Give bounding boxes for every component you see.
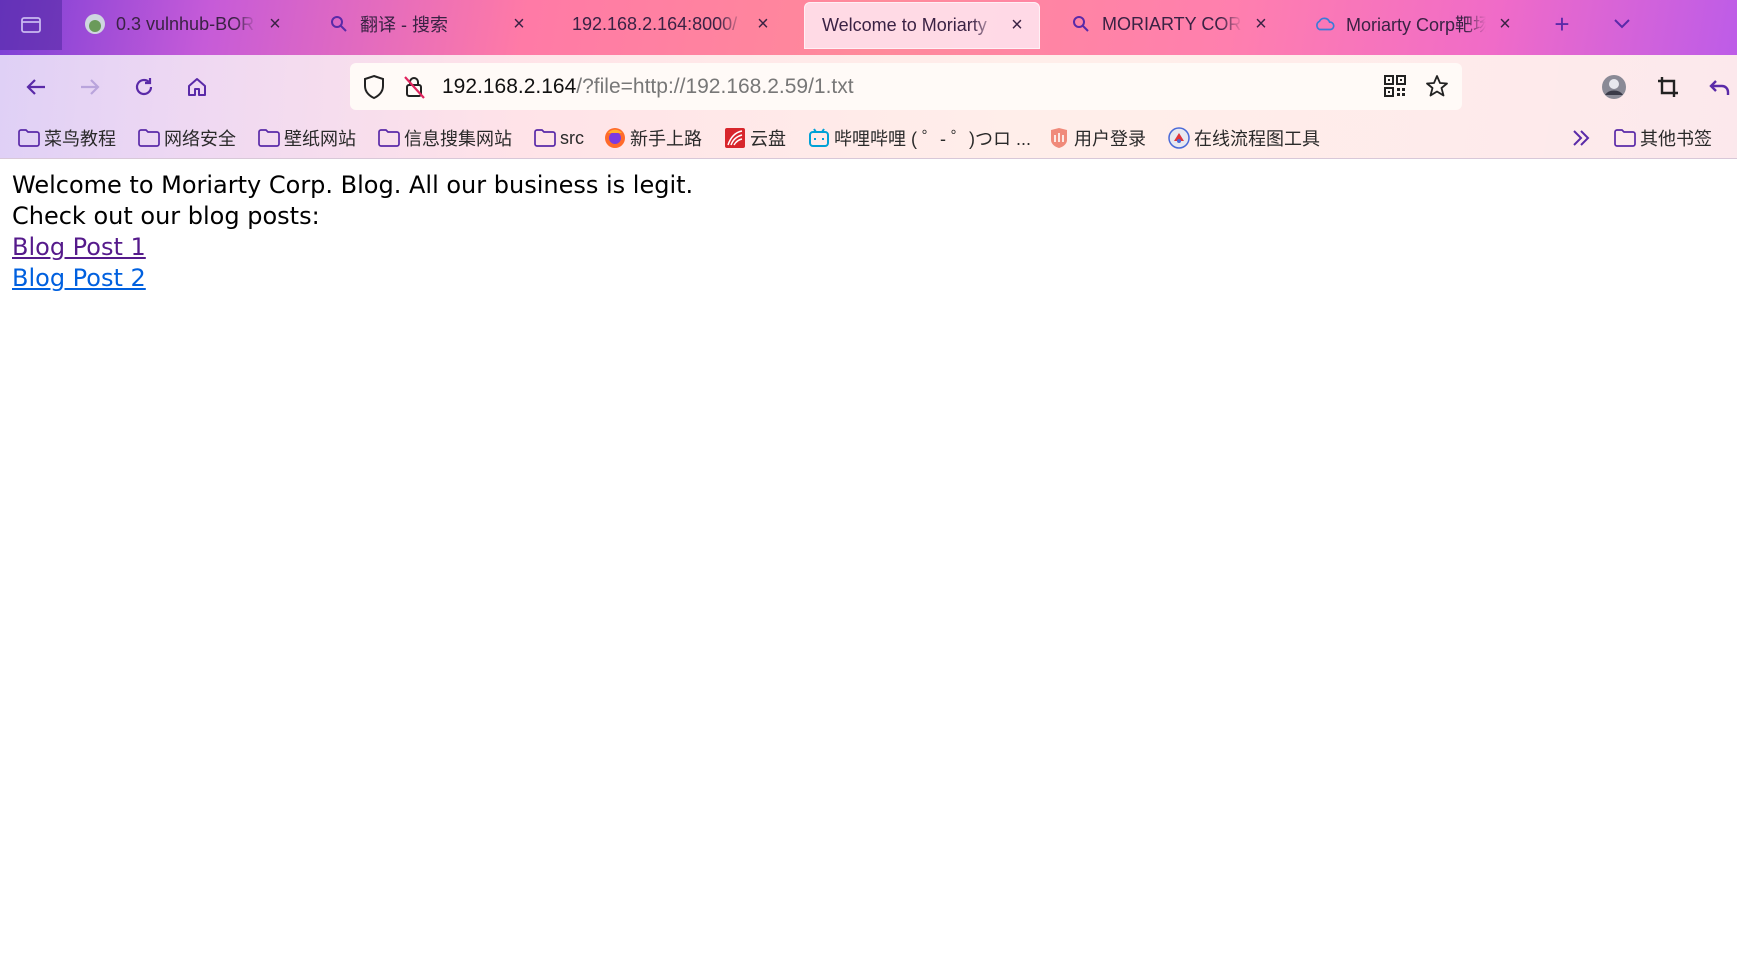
bookmarks-toolbar: 菜鸟教程 网络安全 壁纸网站 信息搜集网站 src 新手上路 云盘 哔哩哔哩 (…: [0, 119, 1737, 157]
tab-translate[interactable]: 翻译 - 搜索 ×: [310, 0, 542, 48]
tab-close-icon[interactable]: ×: [1494, 13, 1516, 35]
list-all-tabs-button[interactable]: [1602, 0, 1642, 48]
bookmark-label: 哔哩哔哩 ( ゜- ゜)つロ ...: [834, 129, 1031, 149]
flowchart-icon: [1168, 127, 1190, 149]
tab-title: Welcome to Moriarty: [822, 15, 987, 35]
tab-title: 192.168.2.164:8000/: [572, 13, 738, 34]
bookmark-label: 用户登录: [1074, 129, 1146, 149]
screenshot-button[interactable]: [1650, 69, 1686, 105]
navigation-toolbar: 192.168.2.164/?file=http://192.168.2.59/…: [0, 55, 1737, 117]
tab-close-icon[interactable]: ×: [1006, 14, 1028, 37]
reload-icon: [135, 78, 153, 96]
cloud-drive-icon: [724, 127, 746, 149]
bookmark-folder[interactable]: 网络安全: [138, 119, 236, 157]
address-bar[interactable]: 192.168.2.164/?file=http://192.168.2.59/…: [350, 63, 1462, 110]
tab-moriarty-range[interactable]: Moriarty Corp靶场 ×: [1296, 0, 1528, 48]
undo-close-tab-button[interactable]: [1702, 69, 1737, 105]
tab-close-icon[interactable]: ×: [1250, 13, 1272, 35]
url-text[interactable]: 192.168.2.164/?file=http://192.168.2.59/…: [442, 63, 854, 110]
firefox-icon: [604, 127, 626, 149]
back-arrow-icon: [26, 79, 45, 95]
account-avatar-button[interactable]: [1596, 69, 1632, 105]
tab-strip: 0.3 vulnhub-BORE × 翻译 - 搜索 × 192.168.2.1…: [0, 0, 1737, 50]
avatar-icon: [84, 13, 106, 35]
crop-icon: [1658, 77, 1678, 97]
folder-icon: [1614, 127, 1636, 149]
tab-title: 翻译 - 搜索: [360, 15, 448, 35]
url-host: 192.168.2.164: [442, 74, 577, 98]
qr-code-icon[interactable]: [1384, 75, 1406, 102]
welcome-text: Welcome to Moriarty Corp. Blog. All our …: [12, 171, 694, 199]
folder-icon: [378, 127, 400, 149]
blog-intro-text: Check out our blog posts:: [12, 202, 320, 230]
bookmark-label: 在线流程图工具: [1194, 129, 1320, 149]
blog-post-1-link[interactable]: Blog Post 1: [12, 232, 146, 263]
bookmark-folder[interactable]: 菜鸟教程: [18, 119, 116, 157]
bookmark-folder[interactable]: 信息搜集网站: [378, 119, 512, 157]
forward-arrow-icon: [81, 79, 100, 95]
blog-post-2-link[interactable]: Blog Post 2: [12, 263, 146, 294]
bookmark-folder[interactable]: src: [534, 119, 584, 157]
bookmark-label: src: [560, 127, 584, 148]
tab-title: 0.3 vulnhub-BORE: [116, 13, 256, 34]
folder-icon: [18, 127, 40, 149]
search-icon: [328, 13, 350, 35]
undo-arrow-icon: [1709, 80, 1730, 95]
bookmark-star-icon[interactable]: [1425, 74, 1449, 103]
bookmark-link[interactable]: 哔哩哔哩 ( ゜- ゜)つロ ...: [808, 119, 1031, 157]
bookmark-link[interactable]: 在线流程图工具: [1168, 119, 1320, 157]
window-icon: [21, 17, 41, 33]
bookmark-label: 网络安全: [164, 129, 236, 149]
browser-chrome: 0.3 vulnhub-BORE × 翻译 - 搜索 × 192.168.2.1…: [0, 0, 1737, 159]
bookmark-label: 云盘: [750, 129, 786, 149]
bilibili-icon: [808, 127, 830, 149]
folder-icon: [258, 127, 280, 149]
chevron-down-icon: [1614, 19, 1630, 29]
new-tab-button[interactable]: +: [1542, 0, 1582, 48]
cloud-icon: [1314, 13, 1336, 35]
bookmark-label: 壁纸网站: [284, 129, 356, 149]
bookmark-label: 信息搜集网站: [404, 129, 512, 149]
folder-icon: [534, 127, 556, 149]
home-icon: [188, 78, 206, 96]
forward-button[interactable]: [72, 69, 108, 105]
bookmark-link[interactable]: 云盘: [724, 119, 786, 157]
avatar-icon: [1602, 75, 1626, 99]
tab-vulnhub[interactable]: 0.3 vulnhub-BORE ×: [66, 0, 298, 48]
shield-icon[interactable]: [362, 74, 386, 105]
tab-close-icon[interactable]: ×: [752, 13, 774, 35]
login-icon: [1048, 127, 1070, 149]
folder-icon: [138, 127, 160, 149]
double-chevron-right-icon: [1573, 130, 1590, 146]
bookmark-label: 其他书签: [1640, 129, 1712, 149]
tab-port-8000[interactable]: 192.168.2.164:8000/ ×: [554, 0, 786, 48]
tab-overview-button[interactable]: [0, 0, 62, 50]
url-path: /?file=http://192.168.2.59/1.txt: [576, 74, 854, 98]
insecure-lock-icon[interactable]: [402, 74, 426, 105]
tab-close-icon[interactable]: ×: [508, 13, 530, 35]
tab-welcome-moriarty[interactable]: Welcome to Moriarty ×: [804, 2, 1040, 49]
bookmark-folder[interactable]: 壁纸网站: [258, 119, 356, 157]
reload-button[interactable]: [126, 69, 162, 105]
bookmark-link[interactable]: 用户登录: [1048, 119, 1146, 157]
tab-close-icon[interactable]: ×: [264, 13, 286, 35]
bookmark-label: 菜鸟教程: [44, 129, 116, 149]
bookmarks-overflow-button[interactable]: [1570, 119, 1592, 157]
bookmark-label: 新手上路: [630, 129, 702, 149]
home-button[interactable]: [179, 69, 215, 105]
bookmark-link[interactable]: 新手上路: [604, 119, 702, 157]
page-content: Welcome to Moriarty Corp. Blog. All our …: [12, 170, 693, 294]
tab-moriarty-corp[interactable]: MORIARTY CORP ×: [1052, 0, 1284, 48]
plus-icon: +: [1554, 8, 1570, 39]
tab-title: Moriarty Corp靶场: [1346, 15, 1486, 35]
tab-title: MORIARTY CORP: [1102, 13, 1242, 34]
back-button[interactable]: [18, 69, 54, 105]
other-bookmarks-folder[interactable]: 其他书签: [1614, 119, 1712, 157]
search-icon: [1070, 13, 1092, 35]
